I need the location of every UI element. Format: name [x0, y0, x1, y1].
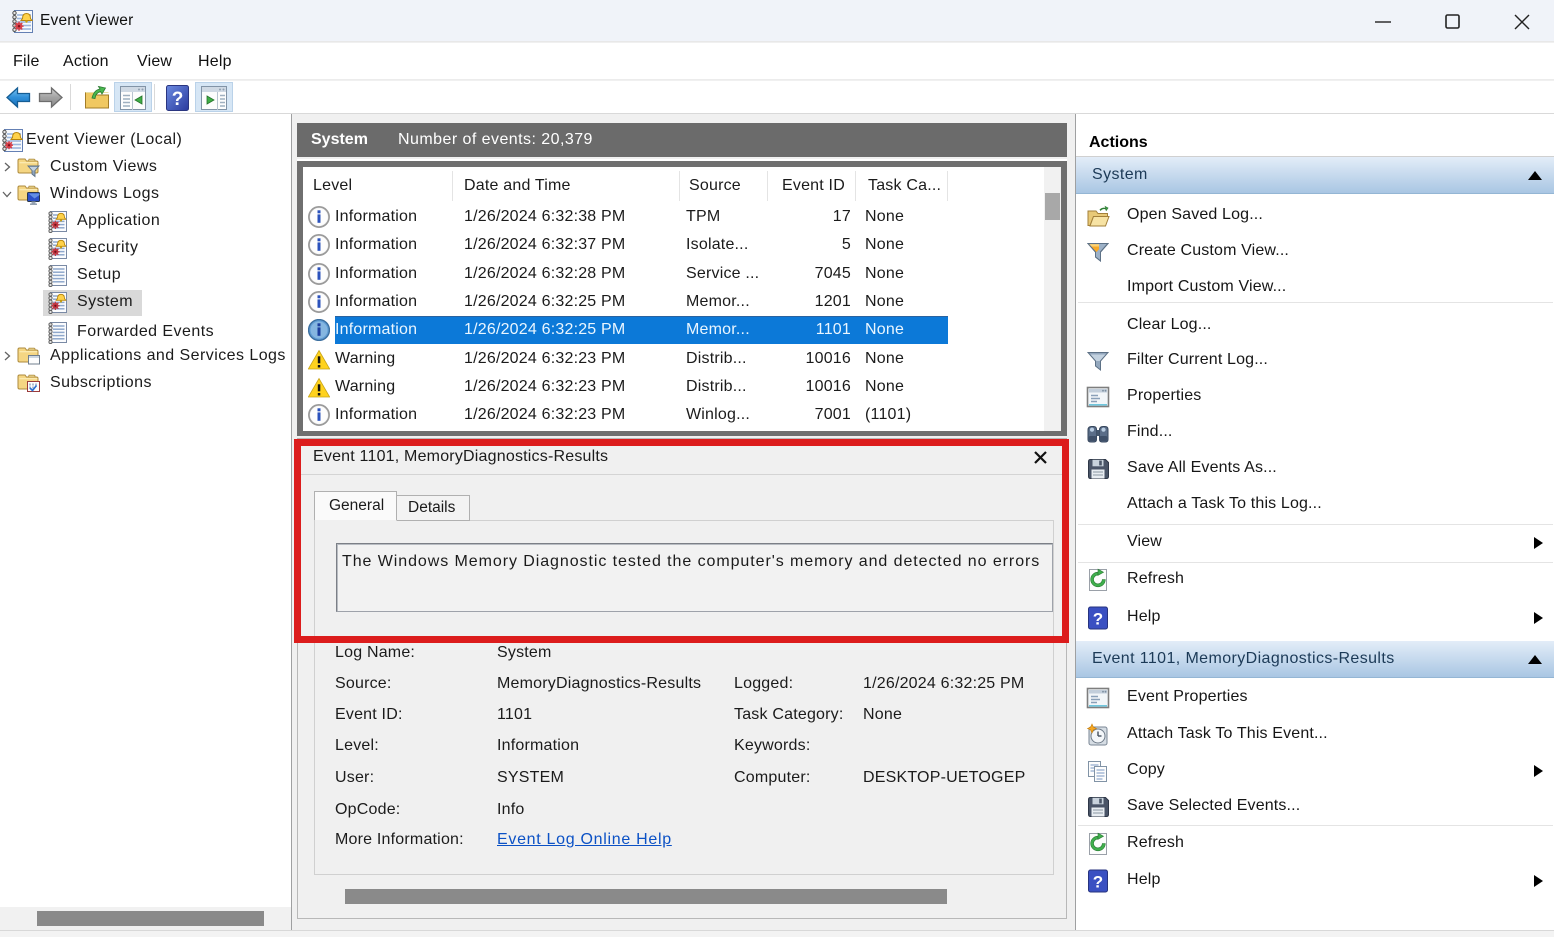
svg-text:?: ?: [172, 89, 184, 110]
